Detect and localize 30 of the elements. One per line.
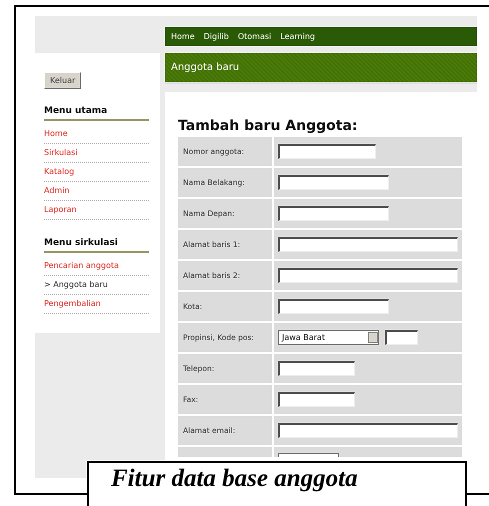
menu-link[interactable]: Sirkulasi — [44, 146, 149, 163]
form-title: Tambah baru Anggota: — [178, 118, 359, 134]
text-field[interactable] — [278, 268, 458, 283]
menu-link[interactable]: Laporan — [44, 203, 149, 220]
menu-link[interactable]: > Anggota baru — [44, 278, 149, 295]
nav-link[interactable]: Digilib — [204, 32, 229, 41]
menu-heading: Menu utama — [44, 106, 149, 121]
text-field[interactable] — [278, 361, 355, 376]
text-field[interactable] — [278, 175, 389, 190]
caption-text: Fitur data base anggota — [111, 465, 358, 492]
nav-link[interactable]: Otomasi — [238, 32, 272, 41]
dropdown[interactable]: Jawa Barat — [278, 330, 379, 345]
text-field[interactable] — [278, 423, 458, 438]
text-field[interactable] — [278, 237, 458, 252]
text-field[interactable] — [385, 330, 418, 345]
text-field[interactable] — [278, 392, 355, 407]
nav-link[interactable]: Home — [171, 32, 195, 41]
menu-link[interactable]: Pengembalian — [44, 297, 149, 314]
menu-link[interactable]: Home — [44, 127, 149, 144]
page-header: Anggota baru — [165, 53, 477, 84]
menu-link[interactable]: Admin — [44, 184, 149, 201]
menu-link[interactable]: Katalog — [44, 165, 149, 182]
nav-link[interactable]: Learning — [280, 32, 315, 41]
menu-link[interactable]: Pencarian anggota — [44, 259, 149, 276]
menu-heading: Menu sirkulasi — [44, 238, 149, 253]
logout-button[interactable]: Keluar — [44, 72, 82, 89]
dropdown[interactable] — [278, 453, 339, 457]
text-field[interactable] — [278, 144, 376, 159]
text-field[interactable] — [278, 299, 389, 314]
text-field[interactable] — [278, 206, 389, 221]
